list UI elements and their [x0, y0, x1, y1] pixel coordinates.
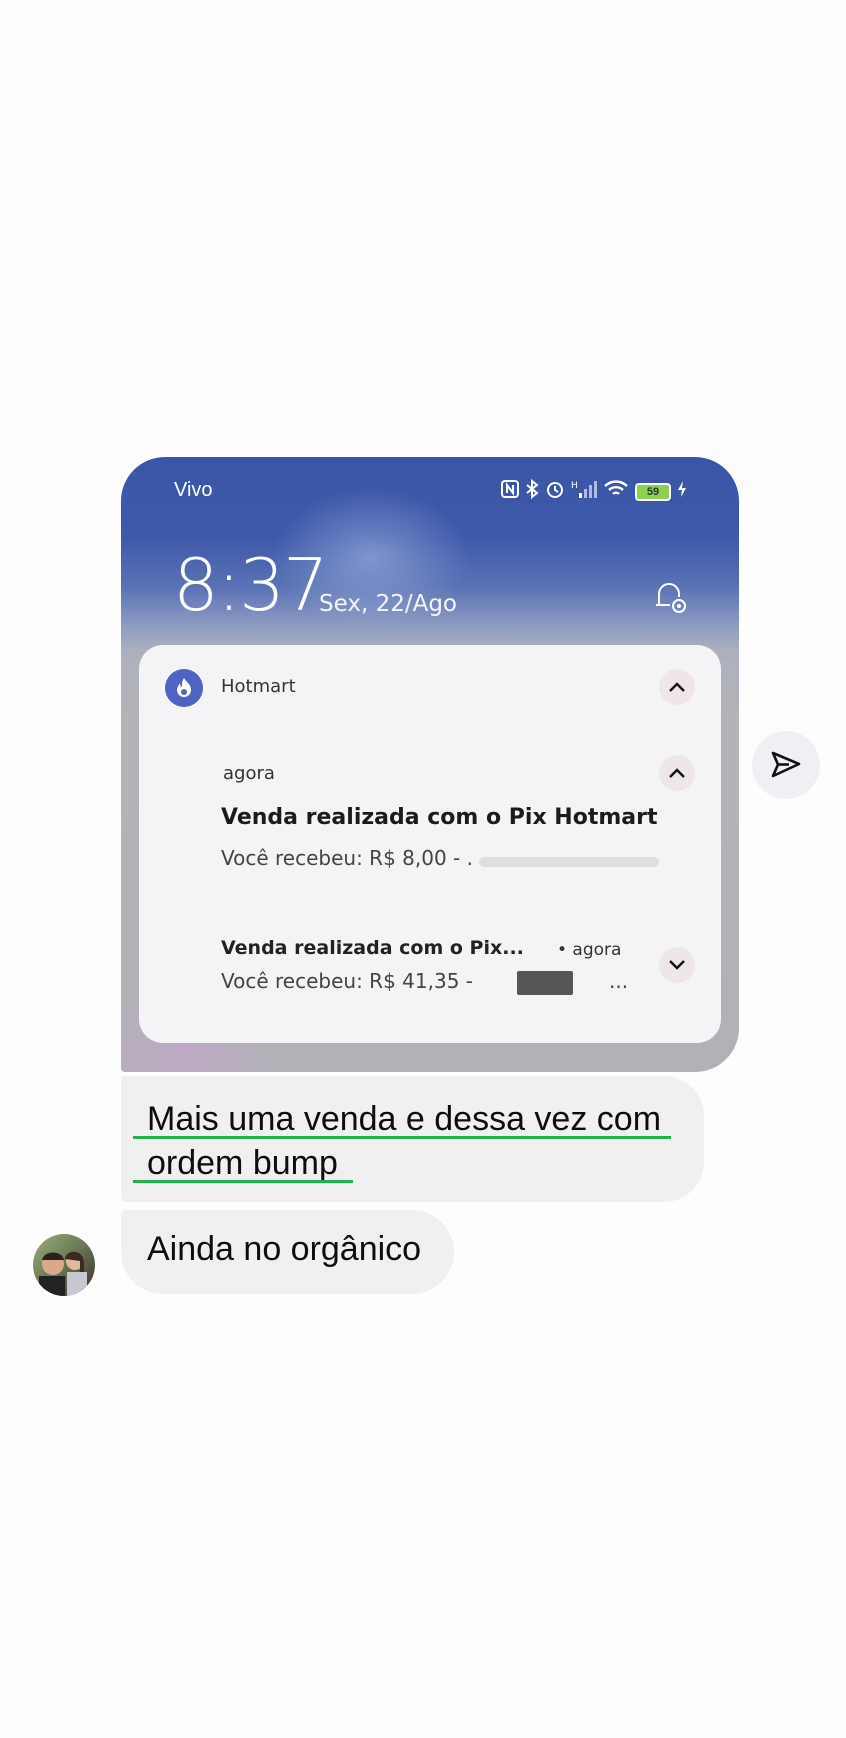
- svg-text:H: H: [571, 481, 578, 491]
- notification-title: Venda realizada com o Pix...: [221, 937, 524, 959]
- signal-icon: H: [571, 479, 597, 504]
- hotmart-flame-icon: [165, 669, 203, 707]
- shared-image[interactable]: Vivo H 59 8:37 Sex, 22/Ago Hotmart agora…: [121, 457, 739, 1072]
- avatar[interactable]: [33, 1234, 95, 1296]
- redaction-block: [517, 971, 573, 995]
- notification-title: Venda realizada com o Pix Hotmart: [221, 805, 658, 830]
- notification-card[interactable]: Hotmart agora Venda realizada com o Pix …: [139, 645, 721, 1043]
- battery-icon: 59: [635, 482, 671, 501]
- chevron-down-icon[interactable]: [659, 947, 695, 983]
- notification-time: • agora: [557, 940, 622, 960]
- bell-settings-icon: [651, 579, 689, 617]
- notification-app-name: Hotmart: [221, 676, 296, 697]
- status-icons: H 59: [501, 478, 687, 504]
- message-bubble[interactable]: Ainda no orgânico: [121, 1210, 454, 1294]
- lockscreen-clock: 8:37: [173, 543, 329, 627]
- carrier-label: Vivo: [174, 479, 213, 501]
- highlight-underline: [133, 1180, 353, 1183]
- wifi-icon: [603, 479, 629, 504]
- chevron-up-icon[interactable]: [659, 755, 695, 791]
- chevron-up-icon[interactable]: [659, 669, 695, 705]
- share-button[interactable]: [752, 731, 820, 799]
- notification-body: Você recebeu: R$ 8,00 - .: [221, 846, 473, 870]
- nfc-icon: [501, 480, 519, 503]
- notification-time: agora: [223, 763, 275, 784]
- message-text: Mais uma venda e dessa vez com ordem bum…: [147, 1100, 662, 1182]
- message-bubble[interactable]: Mais uma venda e dessa vez com ordem bum…: [121, 1076, 704, 1202]
- highlight-underline: [133, 1136, 671, 1139]
- send-icon: [771, 751, 801, 778]
- notification-body: Você recebeu: R$ 41,35 -: [221, 969, 473, 993]
- message-text: Ainda no orgânico: [147, 1230, 422, 1268]
- notification-body-ellipsis: ...: [609, 969, 629, 993]
- status-bar: Vivo H 59: [121, 475, 739, 505]
- charging-icon: [677, 480, 687, 503]
- redaction-blur: [479, 857, 659, 867]
- alarm-icon: [545, 479, 565, 504]
- bluetooth-icon: [525, 478, 539, 504]
- lockscreen-date: Sex, 22/Ago: [319, 591, 457, 617]
